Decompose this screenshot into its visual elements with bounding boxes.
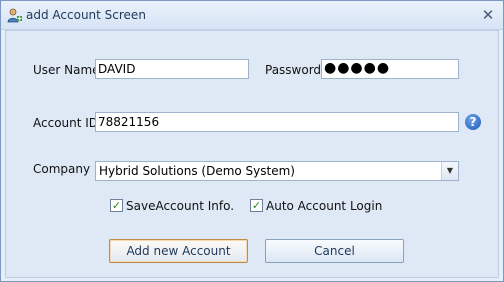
company-selected-value: Hybrid Solutions (Demo System) bbox=[99, 164, 295, 178]
add-account-window: add Account Screen ✕ User Name DAVID Pas… bbox=[0, 0, 504, 282]
window-title: add Account Screen bbox=[26, 8, 146, 22]
close-icon: ✕ bbox=[481, 6, 495, 24]
username-field[interactable]: DAVID bbox=[95, 59, 249, 79]
account-id-field[interactable]: 78821156 bbox=[95, 112, 459, 132]
save-account-label[interactable]: SaveAccount Info. bbox=[126, 199, 234, 213]
auto-login-checkbox[interactable]: ✓ bbox=[250, 199, 263, 212]
account-id-label: Account ID bbox=[33, 116, 99, 130]
cancel-button[interactable]: Cancel bbox=[265, 239, 404, 263]
chevron-down-icon: ▼ bbox=[446, 166, 454, 175]
auto-login-label[interactable]: Auto Account Login bbox=[266, 199, 382, 213]
password-field[interactable]: ●●●●● bbox=[321, 59, 459, 79]
close-button[interactable]: ✕ bbox=[479, 6, 497, 24]
save-account-checkbox[interactable]: ✓ bbox=[110, 199, 123, 212]
title-bar[interactable]: add Account Screen ✕ bbox=[1, 1, 503, 30]
add-new-account-button[interactable]: Add new Account bbox=[109, 239, 248, 263]
company-label: Company bbox=[33, 162, 91, 176]
checkmark-icon: ✓ bbox=[251, 199, 262, 212]
checkmark-icon: ✓ bbox=[111, 199, 122, 212]
username-label: User Name bbox=[33, 63, 100, 77]
user-add-icon bbox=[7, 8, 22, 23]
password-label: Password bbox=[265, 63, 322, 77]
company-select[interactable]: Hybrid Solutions (Demo System) ▼ bbox=[95, 161, 459, 181]
dropdown-button[interactable]: ▼ bbox=[441, 162, 458, 180]
help-icon[interactable]: ? bbox=[465, 114, 481, 130]
